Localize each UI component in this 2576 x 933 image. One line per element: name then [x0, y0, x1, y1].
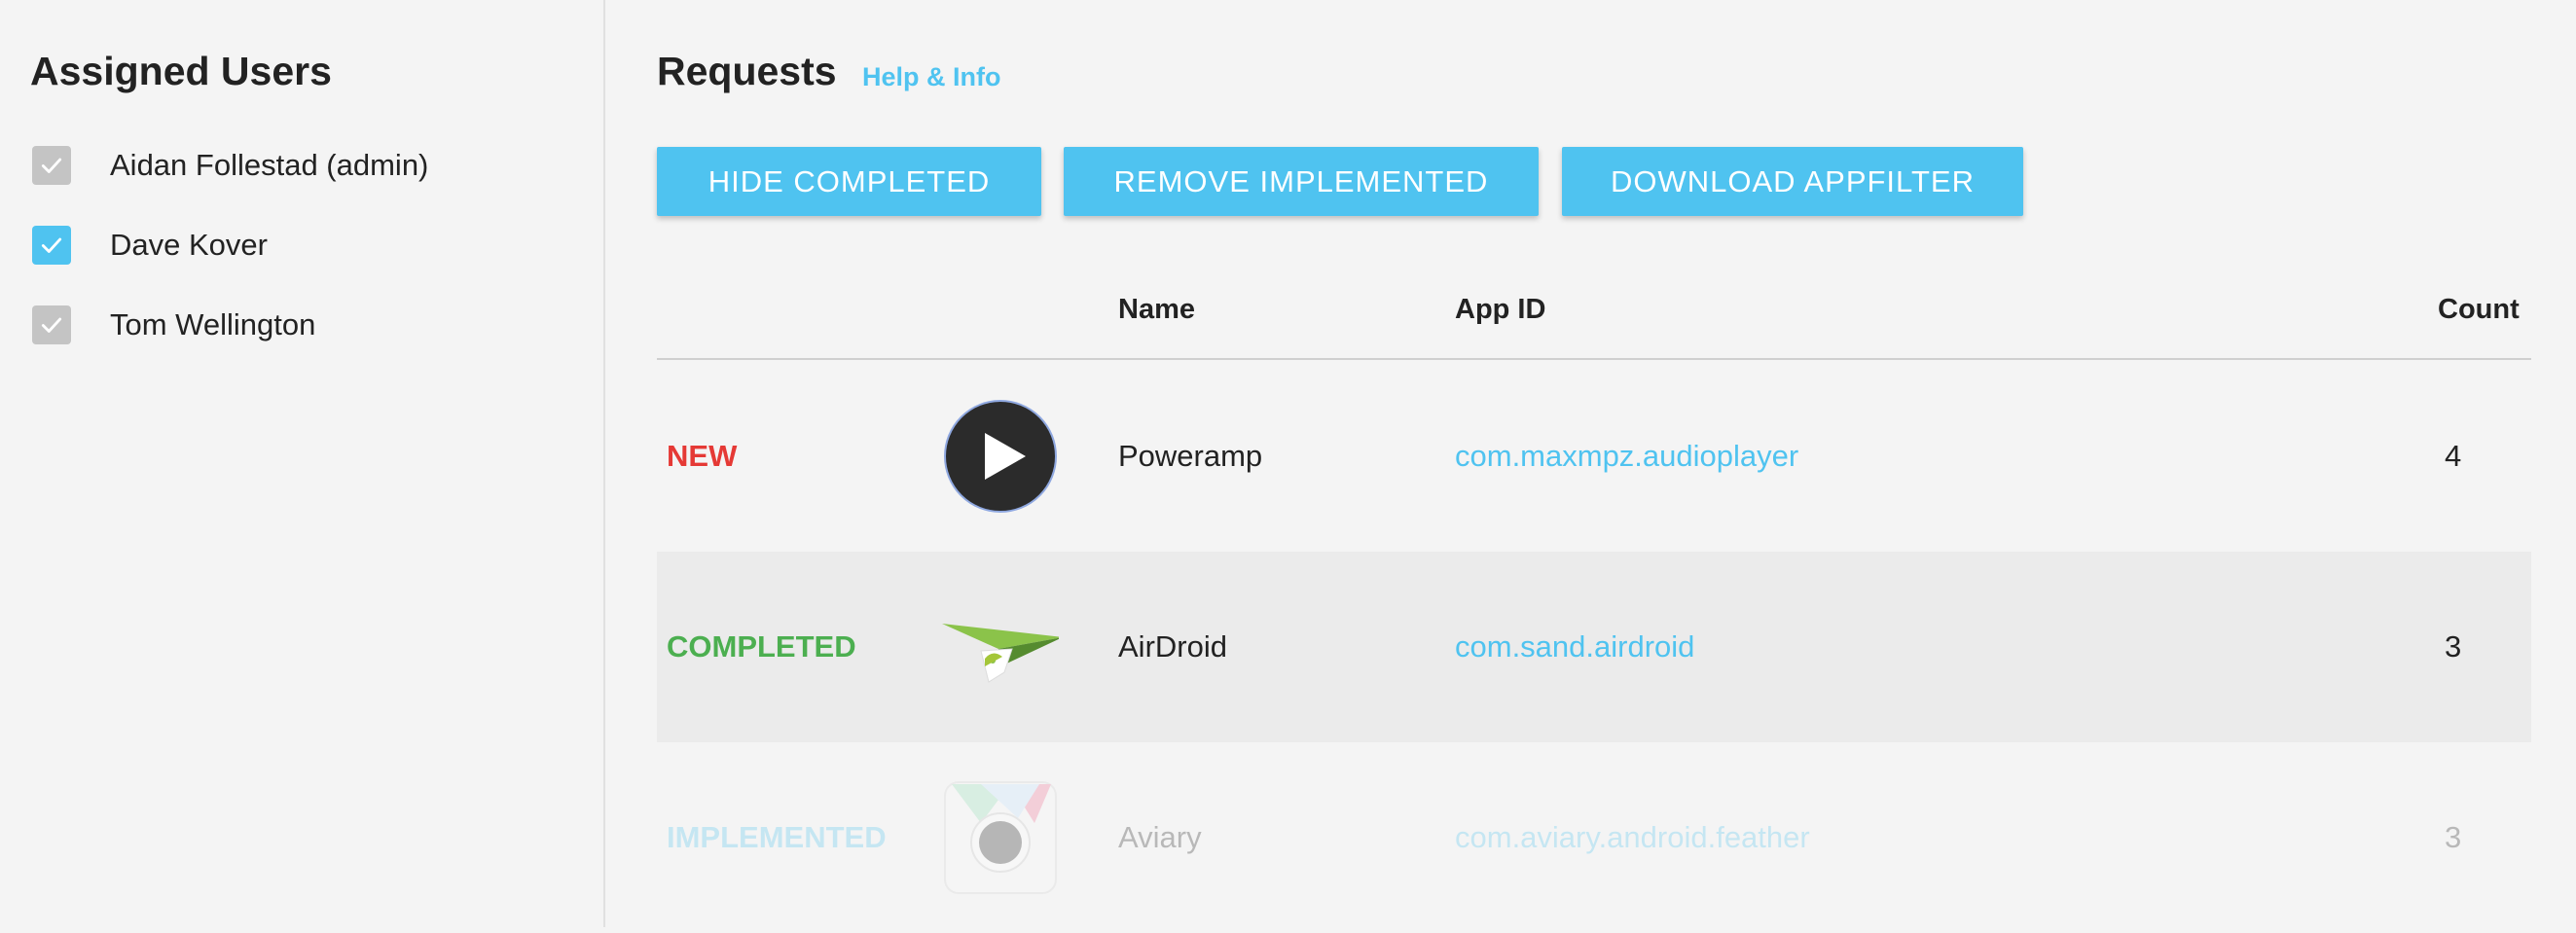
requests-title: Requests	[657, 49, 837, 93]
checkmark-icon	[41, 317, 62, 333]
requests-panel: Requests Help & Info HIDE COMPLETED REMO…	[657, 0, 2576, 927]
status-badge: COMPLETED	[667, 629, 856, 664]
remove-implemented-button[interactable]: REMOVE IMPLEMENTED	[1064, 147, 1539, 216]
table-header: Name App ID Count	[657, 272, 2531, 360]
table-row[interactable]: COMPLETED AirDroid com.sand.airdroid 3	[657, 552, 2531, 742]
table-row[interactable]: NEW Poweramp com.maxmpz.audioplayer 4	[657, 361, 2531, 552]
checkmark-icon	[41, 158, 62, 173]
user-item-aidan[interactable]: Aidan Follestad (admin)	[32, 144, 428, 187]
column-header-app-id: App ID	[1455, 294, 1546, 325]
user-item-tom[interactable]: Tom Wellington	[32, 304, 315, 346]
request-count: 3	[2445, 820, 2462, 854]
user-checkbox[interactable]	[32, 305, 71, 344]
app-name: Poweramp	[1118, 439, 1263, 473]
user-checkbox[interactable]	[32, 226, 71, 265]
column-header-count: Count	[2438, 294, 2520, 325]
status-badge: IMPLEMENTED	[667, 820, 887, 854]
user-name: Aidan Follestad (admin)	[110, 148, 429, 182]
request-count: 3	[2445, 629, 2462, 664]
assigned-users-title: Assigned Users	[30, 49, 332, 93]
assigned-users-panel: Assigned Users Aidan Follestad (admin) D…	[0, 0, 605, 927]
play-icon	[942, 398, 1059, 515]
column-header-name: Name	[1118, 294, 1195, 325]
paper-plane-icon	[942, 589, 1063, 705]
user-name: Dave Kover	[110, 228, 268, 262]
status-badge: NEW	[667, 439, 738, 473]
app-name: AirDroid	[1118, 629, 1227, 664]
hide-completed-button[interactable]: HIDE COMPLETED	[657, 147, 1041, 216]
checkmark-icon	[41, 237, 62, 253]
user-checkbox[interactable]	[32, 146, 71, 185]
camera-lens-icon	[942, 779, 1059, 896]
help-info-link[interactable]: Help & Info	[862, 62, 1001, 92]
download-appfilter-button[interactable]: DOWNLOAD APPFILTER	[1562, 147, 2023, 216]
user-name: Tom Wellington	[110, 307, 316, 341]
app-id-link[interactable]: com.maxmpz.audioplayer	[1455, 361, 1798, 552]
table-row[interactable]: IMPLEMENTED Aviary com.aviary.android.fe…	[657, 742, 2531, 933]
request-count: 4	[2445, 439, 2462, 473]
app-id-link[interactable]: com.sand.airdroid	[1455, 552, 1694, 742]
app-name: Aviary	[1118, 820, 1202, 854]
user-item-dave[interactable]: Dave Kover	[32, 224, 268, 267]
app-id-link[interactable]: com.aviary.android.feather	[1455, 742, 1810, 933]
